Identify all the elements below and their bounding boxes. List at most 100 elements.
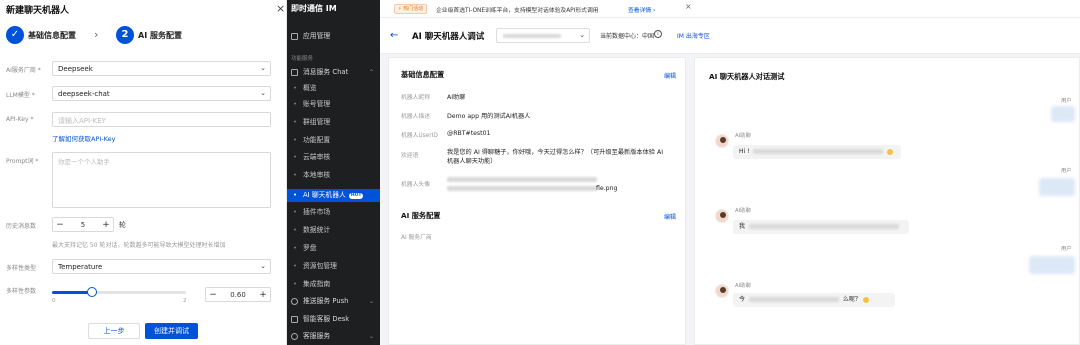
app-icon xyxy=(291,33,298,40)
data-center-label: 当前数据中心：中国 xyxy=(600,33,655,40)
promo-tag: ⚡ 热门活动 xyxy=(394,4,428,14)
chevron-down-icon: ⌄ xyxy=(579,31,585,39)
user-label: 用户 xyxy=(1061,168,1072,174)
create-and-debug-button[interactable]: 创建并调试 xyxy=(145,323,198,339)
diversity-param-stepper[interactable]: − 0.60 + xyxy=(205,287,271,302)
app-select[interactable]: ⌄ xyxy=(496,28,590,43)
blurred-text xyxy=(753,149,884,154)
blurred-text xyxy=(748,297,839,302)
diversity-type-label: 多样性类型 xyxy=(6,265,37,272)
desk-icon xyxy=(291,316,298,323)
history-value[interactable]: 5 xyxy=(67,221,99,229)
sidebar-item-11[interactable]: 数据统计 xyxy=(287,224,380,237)
sidebar-item-label: 智能客服 Desk xyxy=(303,315,350,323)
sidebar-item-14[interactable]: 集成指南 xyxy=(287,278,380,291)
nickname-label: 机器人昵称 xyxy=(401,95,430,101)
prompt-textarea[interactable]: 你是一个个人助手 xyxy=(52,152,271,208)
promo-details-link[interactable]: 查看详情 › xyxy=(628,5,655,14)
chat-icon xyxy=(291,69,298,76)
bot-message-bubble: 我 xyxy=(733,220,909,234)
api-key-input[interactable]: 请输入API-KEY xyxy=(52,112,271,127)
sidebar: 即时通信 IM 应用管理功能服务消息服务 Chat ⌃ 概览账号管理群组管理功能配置… xyxy=(287,0,380,345)
blurred-text xyxy=(748,224,899,229)
sidebar-item-label: 客服服务 xyxy=(303,332,331,340)
userid-label: 机器人UserID xyxy=(401,133,438,139)
diversity-type-select[interactable]: Temperature ⌄ xyxy=(52,259,271,274)
slider-max-label: 2 xyxy=(183,298,187,304)
promo-bar: ⚡ 热门活动 企业级首选TI-ONE训练平台，支持模型对话体验及API形式调用 … xyxy=(380,0,1080,18)
sidebar-item-4[interactable]: 账号管理 xyxy=(287,98,380,111)
sidebar-item-12[interactable]: 罗盘 xyxy=(287,242,380,255)
welcome-label: 欢迎语 xyxy=(401,153,419,159)
close-icon[interactable]: × xyxy=(685,2,692,11)
ai-service-edit-link[interactable]: 编辑 xyxy=(664,212,676,221)
diversity-param-label: 多样性参数 xyxy=(6,288,37,295)
chevron-icon: ⌃ xyxy=(368,69,374,76)
sidebar-title: 即时通信 IM xyxy=(291,4,337,13)
user-label: 用户 xyxy=(1061,98,1072,104)
bot-avatar xyxy=(715,284,729,298)
bot-name: AI助聊 xyxy=(735,283,751,289)
slider-min-label: 0 xyxy=(52,298,56,304)
service-icon xyxy=(291,333,298,340)
ai-provider-label: AI 服务厂商 xyxy=(401,235,432,241)
sidebar-item-15[interactable]: 推送服务 Push ⌄ xyxy=(287,295,380,308)
api-key-help-link[interactable]: 了解如何获取API-Key xyxy=(52,133,115,143)
basic-info-edit-link[interactable]: 编辑 xyxy=(664,71,676,80)
sidebar-item-label: 插件市场 xyxy=(303,208,331,216)
sidebar-item-9[interactable]: AI 聊天机器人HOT xyxy=(287,189,380,202)
minus-icon[interactable]: − xyxy=(206,290,220,300)
welcome-value: 我是您的 AI 得聊糖子，你好哦，今天过得怎么样？（可升级至最新版本体验 AI … xyxy=(447,149,664,165)
sidebar-item-label: 消息服务 Chat xyxy=(303,68,349,76)
prompt-placeholder: 你是一个个人助手 xyxy=(58,158,110,166)
app-name-blurred xyxy=(503,34,561,38)
sidebar-item-label: 罗盘 xyxy=(303,244,317,252)
sidebar-item-label: 应用管理 xyxy=(303,32,331,40)
sidebar-item-0[interactable]: 应用管理 xyxy=(287,30,380,43)
bot-message-prefix: 今 xyxy=(739,296,746,303)
overseas-link[interactable]: IM 出海专区 xyxy=(677,31,710,40)
sidebar-item-7[interactable]: 云端审核 xyxy=(287,151,380,164)
slider-handle[interactable] xyxy=(87,287,98,297)
hot-badge: HOT xyxy=(348,193,364,199)
sidebar-item-10[interactable]: 插件市场 xyxy=(287,206,380,219)
history-unit: 轮 xyxy=(119,221,126,229)
model-label: LLM模型 * xyxy=(6,92,35,99)
provider-select[interactable]: Deepseek ⌄ xyxy=(52,61,271,76)
bot-message-suffix: 么呢？ xyxy=(842,296,861,303)
sidebar-item-5[interactable]: 群组管理 xyxy=(287,116,380,129)
history-stepper[interactable]: − 5 + xyxy=(52,217,114,232)
model-select[interactable]: deepseek-chat ⌄ xyxy=(52,86,271,101)
sidebar-item-2[interactable]: 消息服务 Chat ⌃ xyxy=(287,66,380,79)
back-arrow-icon[interactable]: ← xyxy=(390,30,398,41)
page-header: ← AI 聊天机器人调试 ⌄ 当前数据中心：中国 i IM 出海专区 xyxy=(380,18,1080,54)
info-icon[interactable]: i xyxy=(654,30,662,38)
sidebar-item-13[interactable]: 资源包管理 xyxy=(287,260,380,273)
plus-icon[interactable]: + xyxy=(99,220,113,230)
sidebar-item-label: 账号管理 xyxy=(303,100,331,108)
diversity-slider[interactable] xyxy=(52,287,186,297)
ai-service-title: AI 服务配置 xyxy=(401,211,441,220)
chevron-down-icon: ⌄ xyxy=(260,89,266,97)
sidebar-item-16[interactable]: 智能客服 Desk xyxy=(287,313,380,326)
basic-info-title: 基础信息配置 xyxy=(401,70,445,79)
sidebar-item-17[interactable]: 客服服务 ⌄ xyxy=(287,330,380,343)
prev-step-button[interactable]: 上一步 xyxy=(88,323,140,339)
sidebar-item-6[interactable]: 功能配置 xyxy=(287,134,380,147)
plus-icon[interactable]: + xyxy=(256,290,270,300)
bot-message-bubble: Hi ! xyxy=(733,145,901,159)
sidebar-item-label: 资源包管理 xyxy=(303,262,337,270)
userid-value: @RBT#test01 xyxy=(447,130,491,137)
avatar-url-blurred xyxy=(447,177,597,182)
chevron-down-icon: ⌄ xyxy=(260,64,266,72)
smile-emoji-icon xyxy=(887,148,894,155)
nickname-value: AI助聊 xyxy=(447,94,466,101)
close-icon[interactable]: × xyxy=(276,2,285,15)
user-message-bubble xyxy=(1051,106,1075,122)
diversity-param-value[interactable]: 0.60 xyxy=(220,291,256,299)
sidebar-item-8[interactable]: 本地审核 xyxy=(287,169,380,182)
sidebar-item-3[interactable]: 概览 xyxy=(287,82,380,95)
minus-icon[interactable]: − xyxy=(53,220,67,230)
model-value: deepseek-chat xyxy=(58,90,110,98)
push-icon xyxy=(291,298,298,305)
